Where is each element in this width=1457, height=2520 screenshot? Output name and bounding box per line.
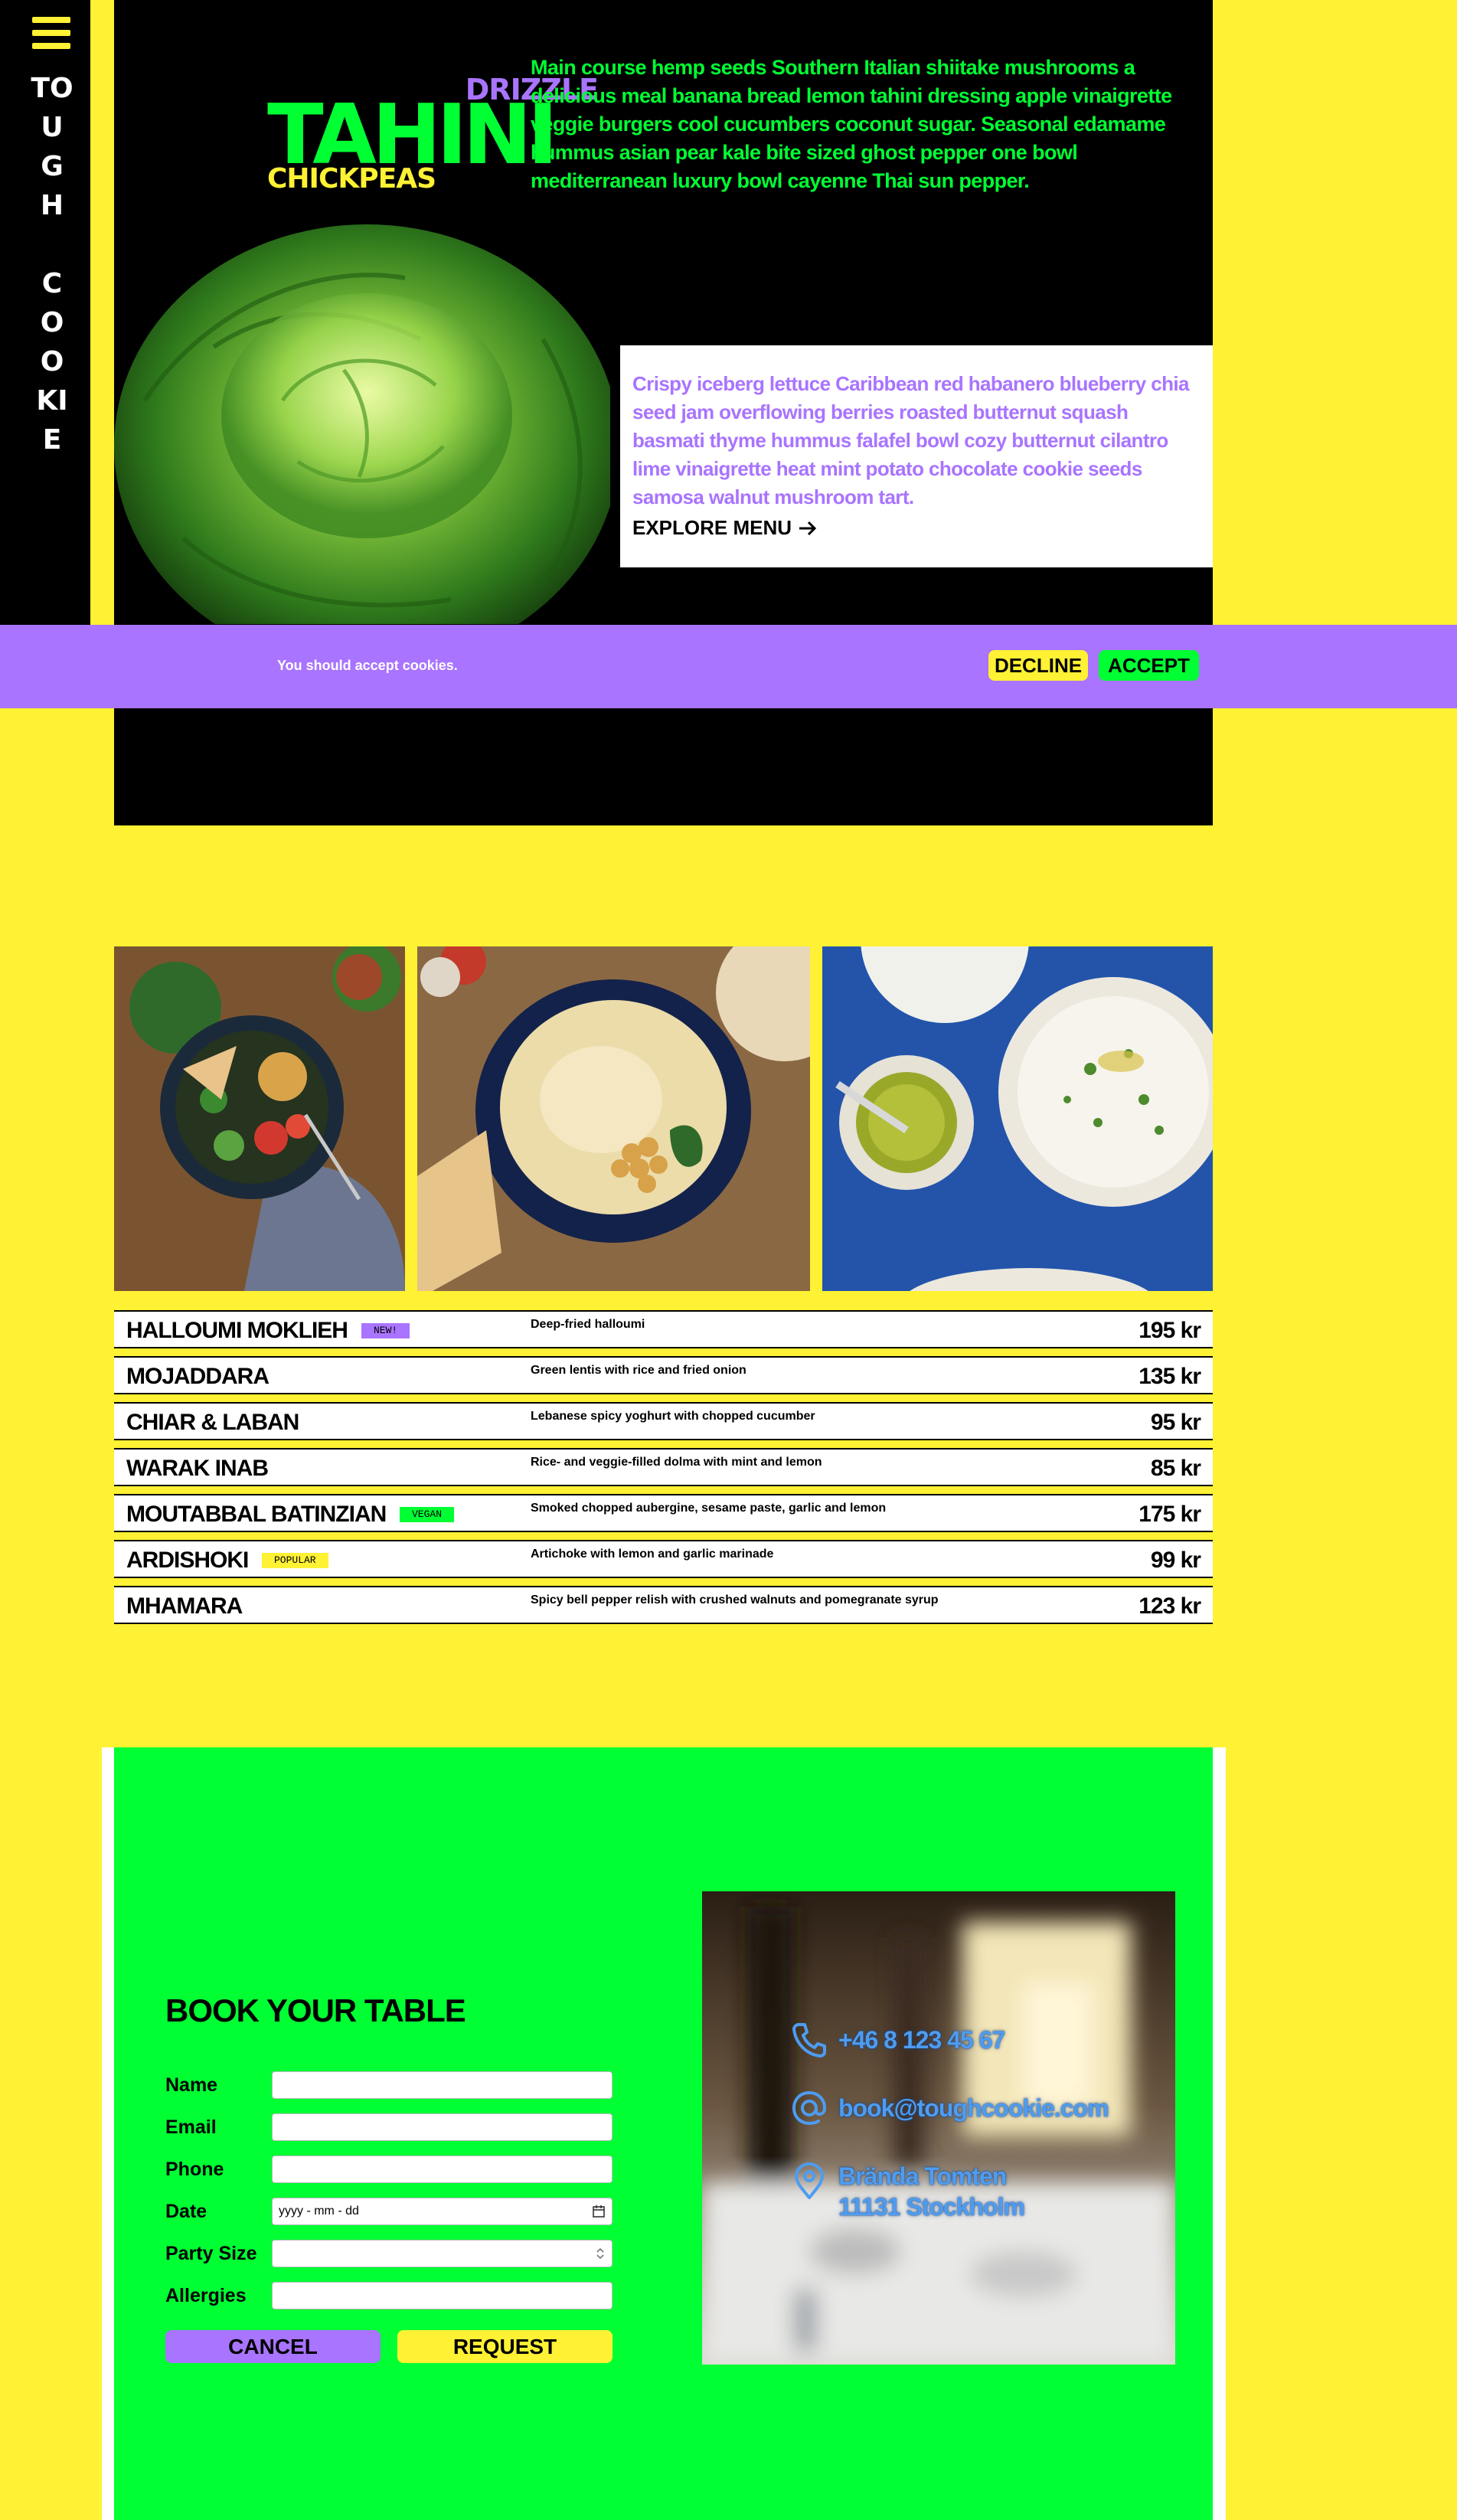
dish-name: WARAK INAB	[126, 1456, 269, 1481]
dish-price: 195 kr	[1138, 1318, 1201, 1343]
dish-description: Smoked chopped aubergine, sesame paste, …	[531, 1502, 887, 1515]
dish-price: 95 kr	[1150, 1410, 1201, 1435]
dish-name: MOJADDARA	[126, 1364, 270, 1389]
explore-menu-link[interactable]: EXPLORE MENU	[632, 516, 818, 540]
restaurant-photo: +46 8 123 45 67 book@toughcookie.com Brä…	[702, 1891, 1175, 2365]
email-row: Email	[165, 2113, 613, 2141]
food-gallery	[114, 946, 1213, 1291]
menu-row: ARDISHOKI POPULAR Artichoke with lemon and…	[114, 1540, 1213, 1578]
explore-menu-label: EXPLORE MENU	[632, 516, 792, 539]
dish-name: HALLOUMI MOKLIEH	[126, 1318, 348, 1343]
gallery-image-tzatziki	[822, 946, 1213, 1291]
hero-chickpeas-label: CHICKPEAS	[267, 163, 436, 194]
hero-intro-text: Main course hemp seeds Southern Italian …	[531, 56, 1172, 192]
sidebar-panel: TOUGH COOKIE	[0, 0, 90, 625]
dish-description: Artichoke with lemon and garlic marinade	[531, 1548, 774, 1561]
cancel-button[interactable]: CANCEL	[165, 2330, 381, 2363]
contact-address[interactable]: Brända Tomten 11131 Stockholm	[789, 2161, 1025, 2222]
dish-description: Lebanese spicy yoghurt with chopped cucu…	[531, 1410, 815, 1423]
contact-phone[interactable]: +46 8 123 45 67	[789, 2020, 1005, 2060]
gallery-image-hummus	[417, 946, 810, 1291]
phone-label: Phone	[165, 2159, 224, 2180]
dish-price: 175 kr	[1138, 1502, 1201, 1527]
dish-price: 99 kr	[1150, 1548, 1201, 1573]
date-row: Date yyyy - mm - dd	[165, 2198, 613, 2225]
request-button[interactable]: REQUEST	[397, 2330, 613, 2363]
dish-badge: POPULAR	[262, 1553, 328, 1568]
dish-badge: NEW!	[361, 1323, 410, 1338]
menu-row: HALLOUMI MOKLIEH NEW! Deep-fried halloumi 1…	[114, 1310, 1213, 1348]
name-label: Name	[165, 2074, 218, 2096]
phone-icon	[792, 2023, 826, 2058]
name-field[interactable]	[272, 2071, 613, 2099]
allergies-field[interactable]	[272, 2282, 613, 2309]
dish-description: Spicy bell pepper relish with crushed wa…	[531, 1593, 939, 1606]
booking-section: BOOK YOUR TABLE Name Email Phone Date yy…	[114, 1747, 1213, 2520]
dish-name: CHIAR & LABAN	[126, 1410, 299, 1435]
menu-row: MHAMARA Spicy bell pepper relish with cru…	[114, 1586, 1213, 1624]
sidebar: TOUGH COOKIE	[0, 0, 102, 625]
dish-badge: VEGAN	[400, 1507, 455, 1522]
hero-card: Crispy iceberg lettuce Caribbean red hab…	[620, 345, 1213, 567]
allergies-row: Allergies	[165, 2282, 613, 2309]
cookie-message: You should accept cookies.	[277, 658, 458, 673]
phone-field[interactable]	[272, 2156, 613, 2183]
date-field[interactable]: yyyy - mm - dd	[272, 2198, 613, 2225]
date-placeholder: yyyy - mm - dd	[279, 2205, 359, 2218]
dish-price: 123 kr	[1138, 1593, 1201, 1619]
party-size-row: Party Size	[165, 2240, 613, 2267]
menu-list: HALLOUMI MOKLIEH NEW! Deep-fried halloumi 1…	[114, 1310, 1213, 1632]
dish-name: MOUTABBAL BATINZIAN	[126, 1502, 387, 1527]
dish-name: MHAMARA	[126, 1593, 243, 1619]
name-row: Name	[165, 2071, 613, 2099]
menu-row: CHIAR & LABAN Lebanese spicy yoghurt with…	[114, 1402, 1213, 1440]
accept-cookies-button[interactable]: ACCEPT	[1099, 650, 1199, 681]
address-line-2: 11131 Stockholm	[838, 2193, 1025, 2221]
hamburger-icon[interactable]	[32, 17, 70, 49]
booking-title: BOOK YOUR TABLE	[165, 1992, 466, 2028]
cookie-banner: You should accept cookies. DECLINE ACCEP…	[0, 625, 1457, 708]
contact-email-text: book@toughcookie.com	[838, 2093, 1109, 2122]
dish-price: 135 kr	[1138, 1364, 1201, 1389]
dish-name: ARDISHOKI	[126, 1548, 249, 1573]
dish-description: Rice- and veggie-filled dolma with mint …	[531, 1456, 822, 1469]
contact-address-text: Brända Tomten 11131 Stockholm	[838, 2161, 1025, 2222]
menu-row: MOJADDARA Green lentis with rice and frie…	[114, 1356, 1213, 1394]
decline-cookies-button[interactable]: DECLINE	[988, 650, 1088, 681]
email-field[interactable]	[272, 2113, 613, 2141]
phone-row: Phone	[165, 2156, 613, 2183]
menu-row: MOUTABBAL BATINZIAN VEGAN Smoked chopped a…	[114, 1494, 1213, 1532]
address-line-1: Brända Tomten	[838, 2162, 1007, 2190]
brand-logo-vertical: TOUGH COOKIE	[31, 73, 74, 456]
stepper-icon[interactable]	[595, 2246, 606, 2261]
calendar-icon[interactable]	[592, 2205, 606, 2218]
gallery-image-salad-bowl	[114, 946, 405, 1291]
party-size-label: Party Size	[165, 2243, 257, 2264]
party-size-stepper[interactable]	[272, 2240, 613, 2267]
dish-description: Deep-fried halloumi	[531, 1318, 645, 1331]
contact-email[interactable]: book@toughcookie.com	[789, 2088, 1109, 2128]
date-label: Date	[165, 2201, 207, 2222]
allergies-label: Allergies	[165, 2285, 247, 2306]
hero-card-text: Crispy iceberg lettuce Caribbean red hab…	[632, 372, 1190, 508]
email-label: Email	[165, 2116, 217, 2138]
at-icon	[792, 2090, 827, 2126]
lettuce-image	[114, 217, 610, 624]
menu-row: WARAK INAB Rice- and veggie-filled dolma …	[114, 1448, 1213, 1486]
dish-price: 85 kr	[1150, 1456, 1201, 1481]
arrow-right-icon	[799, 521, 817, 535]
dish-description: Green lentis with rice and fried onion	[531, 1364, 746, 1377]
contact-phone-text: +46 8 123 45 67	[838, 2025, 1005, 2054]
map-pin-icon	[795, 2162, 824, 2199]
